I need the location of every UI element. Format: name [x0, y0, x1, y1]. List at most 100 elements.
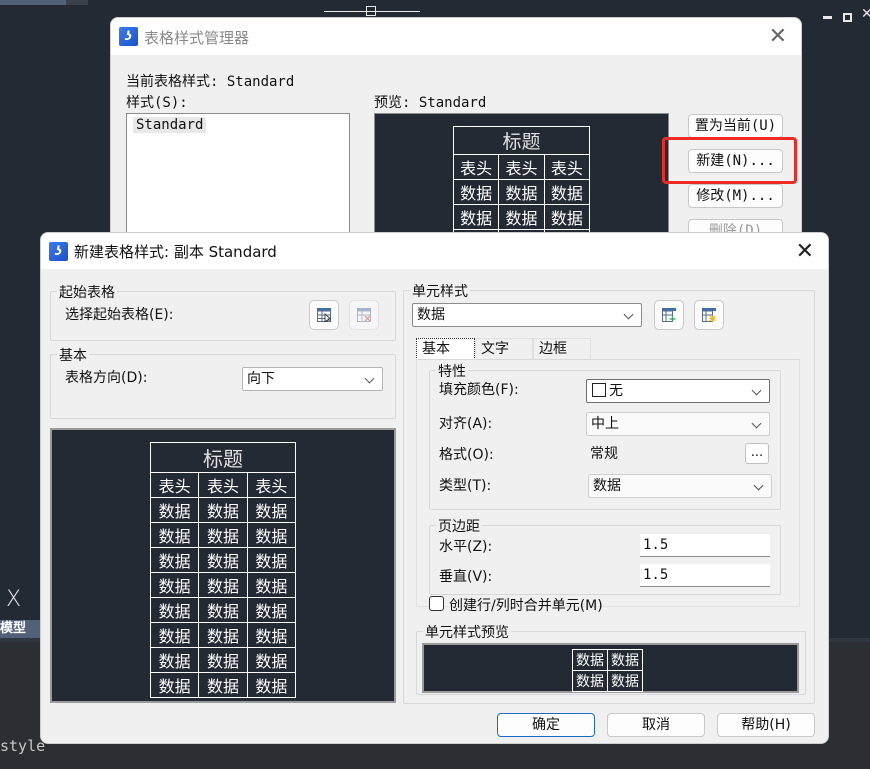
cancel-button[interactable]: 取消 — [607, 713, 705, 737]
general-legend: 基本 — [57, 345, 89, 365]
preview-title-row: 标题 — [150, 442, 296, 473]
tab-general[interactable]: 基本 — [416, 338, 475, 360]
tab-borders[interactable]: 边框 — [533, 338, 591, 360]
cad-file-tab[interactable] — [0, 0, 66, 5]
preview-data-cell: 数据 — [198, 572, 248, 598]
preview-style-name: Standard — [418, 95, 487, 111]
styles-listbox[interactable]: Standard — [126, 113, 350, 246]
preview-data-cell: 数据 — [246, 572, 297, 598]
table-direction-label: 表格方向(D): — [65, 370, 148, 386]
cell-style-preview-pane: 数据 数据 数据 数据 — [422, 643, 799, 693]
help-button[interactable]: 帮助(H) — [717, 713, 815, 737]
manage-cell-styles-button[interactable] — [694, 300, 724, 330]
new-table-style-dialog: ʖ 新建表格样式: 副本 Standard ✕ 起始表格 选择起始表格(E): — [40, 232, 829, 744]
preview-data-cell: 数据 — [198, 497, 248, 523]
close-drawing-icon[interactable]: ✕ — [861, 6, 870, 22]
preview-data-cell: 数据 — [246, 547, 297, 573]
close-icon[interactable]: ✕ — [796, 239, 814, 264]
preview-data-cell: 数据 — [198, 547, 248, 573]
alignment-value: 中上 — [591, 416, 619, 432]
type-select[interactable]: 数据 — [588, 474, 772, 498]
command-history-text: style — [0, 737, 46, 755]
preview-data-cell: 数据 — [149, 497, 200, 523]
cell-style-preview-group: 单元样式预览 数据 数据 数据 数据 — [416, 622, 806, 695]
preview-title-cell: 标题 — [453, 126, 590, 155]
table-add-icon — [662, 308, 676, 322]
preview-data-cell: 数据 — [246, 597, 297, 623]
preview-data-cell: 数据 — [149, 572, 200, 598]
remove-starting-table-button[interactable] — [349, 300, 379, 330]
preview-data-row: 数据数据数据 — [149, 497, 297, 523]
close-icon[interactable]: ✕ — [769, 24, 787, 49]
chevron-down-icon — [753, 480, 764, 491]
table-style-manager-dialog: ʖ 表格样式管理器 ✕ 当前表格样式: Standard 样式(S): Stan… — [110, 17, 802, 247]
table-direction-select[interactable]: 向下 — [242, 367, 383, 391]
style-list-item[interactable]: Standard — [133, 117, 207, 133]
manager-preview-table: 标题表头表头表头数据数据数据数据数据数据数据数据数据 — [452, 126, 591, 246]
preview-data-cell: 数据 — [452, 179, 500, 205]
alignment-select[interactable]: 中上 — [586, 412, 770, 436]
preview-data-cell: 数据 — [149, 647, 200, 673]
preview-data-cell: 数据 — [498, 179, 545, 205]
preview-header-cell: 表头 — [246, 472, 297, 498]
color-swatch-icon — [592, 383, 606, 397]
preview-data-cell: 数据 — [246, 622, 297, 648]
cad-tab-bar — [0, 0, 870, 5]
preview-data-cell: 数据 — [149, 597, 200, 623]
preview-data-cell: 数据 — [149, 622, 200, 648]
tab-text[interactable]: 文字 — [475, 338, 533, 360]
restore-icon[interactable] — [843, 13, 852, 22]
preview-label: 预览: Standard — [374, 92, 486, 112]
cell-preview-row: 数据 数据 — [572, 670, 643, 692]
preview-data-cell: 数据 — [543, 204, 591, 230]
modify-button[interactable]: 修改(M)... — [688, 184, 783, 208]
manager-preview-pane: 标题表头表头表头数据数据数据数据数据数据数据数据数据 — [374, 113, 669, 246]
preview-data-row: 数据数据数据 — [149, 522, 297, 548]
vertical-margin-input[interactable]: 1.5 — [640, 564, 770, 587]
merge-cells-label: 创建行/列时合并单元(M) — [449, 598, 603, 614]
margins-group: 页边距 水平(Z): 1.5 垂直(V): 1.5 — [429, 516, 781, 595]
cad-file-tab-2[interactable] — [66, 0, 88, 5]
cell-preview-row: 数据 数据 — [572, 649, 643, 671]
new-style-title: 新建表格样式: 副本 Standard — [74, 243, 277, 261]
table-direction-value: 向下 — [247, 371, 275, 387]
preview-data-cell: 数据 — [198, 622, 248, 648]
preview-title-cell: 标题 — [150, 442, 296, 473]
cell-style-preview-legend: 单元样式预览 — [423, 622, 511, 642]
current-style-label: 当前表格样式: — [126, 74, 227, 90]
preview-data-row: 数据数据数据 — [452, 204, 591, 230]
create-cell-style-button[interactable] — [654, 300, 684, 330]
new-button[interactable]: 新建(N)... — [688, 149, 783, 173]
chevron-down-icon — [623, 309, 634, 320]
cell-style-select[interactable]: 数据 — [412, 303, 642, 327]
cell-style-value: 数据 — [417, 307, 445, 323]
model-tab[interactable]: 模型 — [0, 620, 40, 638]
select-starting-table-button[interactable] — [309, 300, 339, 330]
minimize-icon[interactable] — [823, 16, 832, 19]
preview-data-cell: 数据 — [198, 597, 248, 623]
current-style-text: 当前表格样式: Standard — [126, 71, 294, 91]
horizontal-margin-input[interactable]: 1.5 — [640, 534, 770, 557]
cell-preview-cell: 数据 — [572, 670, 608, 692]
app-logo-icon: ʖ — [119, 27, 138, 46]
merge-cells-checkbox[interactable] — [429, 596, 444, 611]
alignment-label: 对齐(A): — [439, 416, 493, 432]
cell-preview-cell: 数据 — [572, 649, 608, 671]
preview-data-cell: 数据 — [198, 647, 248, 673]
new-style-titlebar: ʖ 新建表格样式: 副本 Standard ✕ — [41, 233, 828, 269]
preview-header-cell: 表头 — [543, 154, 591, 180]
table-manage-icon — [702, 308, 716, 322]
preview-header-cell: 表头 — [149, 472, 200, 498]
properties-group: 特性 填充颜色(F): 无 对齐(A): 中上 格式(O): 常规 ... 类型… — [429, 361, 781, 510]
fill-color-select[interactable]: 无 — [586, 379, 770, 403]
tab-panel: 特性 填充颜色(F): 无 对齐(A): 中上 格式(O): 常规 ... 类型… — [416, 359, 800, 607]
set-current-button[interactable]: 置为当前(U) — [688, 114, 783, 138]
starting-table-group: 起始表格 选择起始表格(E): — [50, 282, 396, 341]
vertical-margin-label: 垂直(V): — [439, 569, 493, 585]
format-options-button[interactable]: ... — [745, 443, 769, 464]
chevron-down-icon — [751, 385, 762, 396]
ok-button[interactable]: 确定 — [497, 713, 595, 737]
preview-header-cell: 表头 — [452, 154, 500, 180]
table-remove-icon — [357, 308, 371, 322]
preview-title-row: 标题 — [453, 126, 590, 155]
